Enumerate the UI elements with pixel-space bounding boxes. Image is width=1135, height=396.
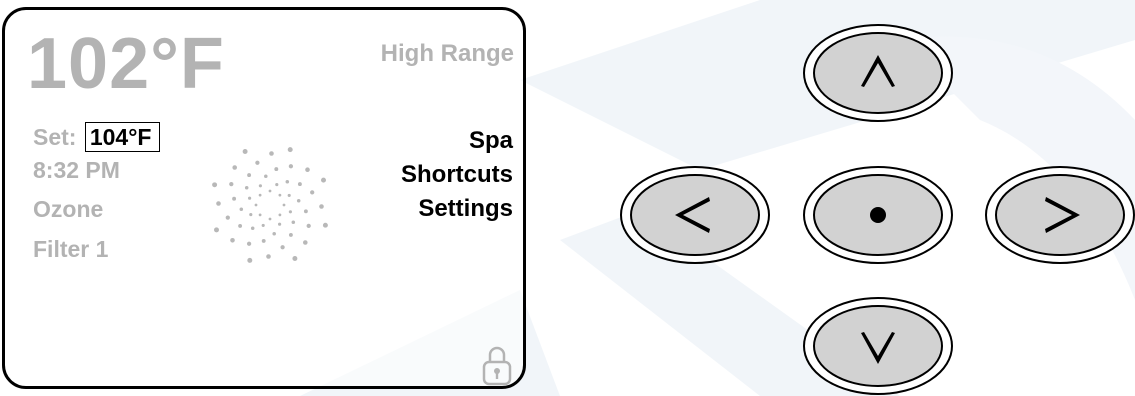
temperature-range-label[interactable]: High Range [381,40,514,68]
right-button[interactable] [984,165,1135,265]
menu-item-spa[interactable]: Spa [401,124,513,158]
set-temperature-row: Set: 104°F [33,122,161,152]
clock-time: 8:32 PM [33,157,120,183]
set-label: Set: [33,124,77,150]
display-screen: 102°F High Range Set: 104°F 8:32 PM Ozon… [2,7,526,389]
left-button[interactable] [619,165,771,265]
heating-spinner-icon [212,147,328,263]
set-temperature-field[interactable]: 104°F [84,122,161,152]
select-button[interactable] [802,165,954,265]
up-button[interactable] [802,23,954,123]
down-button[interactable] [802,296,954,396]
main-menu: Spa Shortcuts Settings [401,124,513,226]
ozone-indicator: Ozone [33,196,104,222]
menu-item-shortcuts[interactable]: Shortcuts [401,158,513,192]
padlock-icon[interactable] [482,344,512,386]
select-dot-icon [870,207,886,223]
menu-item-settings[interactable]: Settings [401,192,513,226]
filter-indicator: Filter 1 [33,236,109,262]
current-temperature: 102°F [27,24,225,104]
